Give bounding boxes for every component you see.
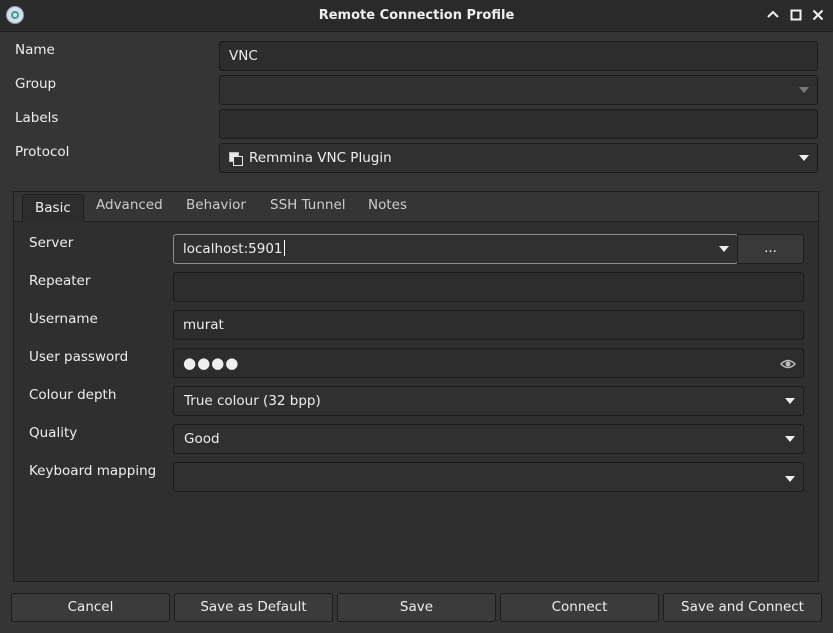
quality-combo[interactable]: Good [173, 424, 804, 454]
connect-button[interactable]: Connect [500, 593, 659, 622]
group-combo[interactable] [219, 75, 818, 105]
chevron-down-icon [719, 246, 729, 252]
chevron-down-icon [785, 398, 795, 404]
tab-ssh-tunnel[interactable]: SSH Tunnel [270, 197, 346, 213]
username-field[interactable]: murat [173, 310, 804, 340]
save-and-connect-button[interactable]: Save and Connect [663, 593, 822, 622]
cancel-button[interactable]: Cancel [11, 593, 170, 622]
show-password-eye-icon[interactable] [780, 356, 796, 372]
minimize-icon[interactable] [765, 7, 781, 23]
password-label: User password [29, 349, 129, 365]
chevron-down-icon [799, 87, 809, 93]
title-bar: Remote Connection Profile [0, 0, 833, 32]
close-icon[interactable] [810, 7, 826, 23]
repeater-label: Repeater [29, 273, 91, 289]
colour-depth-combo[interactable]: True colour (32 bpp) [173, 386, 804, 416]
repeater-field[interactable] [173, 272, 804, 302]
keyboard-mapping-combo[interactable] [173, 462, 804, 492]
server-browse-button[interactable]: ... [737, 234, 804, 264]
protocol-combo[interactable]: Remmina VNC Plugin [219, 143, 818, 173]
keyboard-mapping-label: Keyboard mapping [29, 463, 157, 479]
password-mask: ●●●● [183, 354, 240, 372]
plugin-icon [229, 152, 243, 166]
chevron-down-icon [785, 436, 795, 442]
colour-depth-value: True colour (32 bpp) [184, 393, 321, 409]
server-value: localhost:5901 [183, 240, 285, 257]
quality-label: Quality [29, 425, 78, 441]
save-as-default-button[interactable]: Save as Default [174, 593, 333, 622]
password-field[interactable]: ●●●● [173, 348, 804, 378]
labels-field[interactable] [219, 109, 818, 139]
protocol-label: Protocol [15, 144, 70, 160]
name-value: VNC [229, 48, 258, 64]
chevron-down-icon [799, 155, 809, 161]
tab-basic[interactable]: Basic [22, 194, 84, 222]
quality-value: Good [184, 431, 220, 447]
server-label: Server [29, 235, 74, 251]
name-field[interactable]: VNC [219, 41, 818, 71]
username-label: Username [29, 311, 98, 327]
labels-label: Labels [15, 110, 59, 126]
name-label: Name [15, 42, 55, 58]
colour-depth-label: Colour depth [29, 387, 117, 403]
save-button[interactable]: Save [337, 593, 496, 622]
tab-behavior[interactable]: Behavior [186, 197, 246, 213]
chevron-down-icon [785, 476, 795, 482]
window-title: Remote Connection Profile [318, 8, 515, 23]
tab-advanced[interactable]: Advanced [96, 197, 163, 213]
tab-notes[interactable]: Notes [368, 197, 407, 213]
tab-bar: Basic Advanced Behavior SSH Tunnel Notes [14, 192, 818, 222]
group-label: Group [15, 76, 57, 92]
text-cursor [283, 240, 285, 256]
protocol-value: Remmina VNC Plugin [249, 150, 392, 166]
username-value: murat [183, 317, 224, 333]
maximize-icon[interactable] [788, 7, 804, 23]
server-combo[interactable]: localhost:5901 [173, 234, 738, 264]
